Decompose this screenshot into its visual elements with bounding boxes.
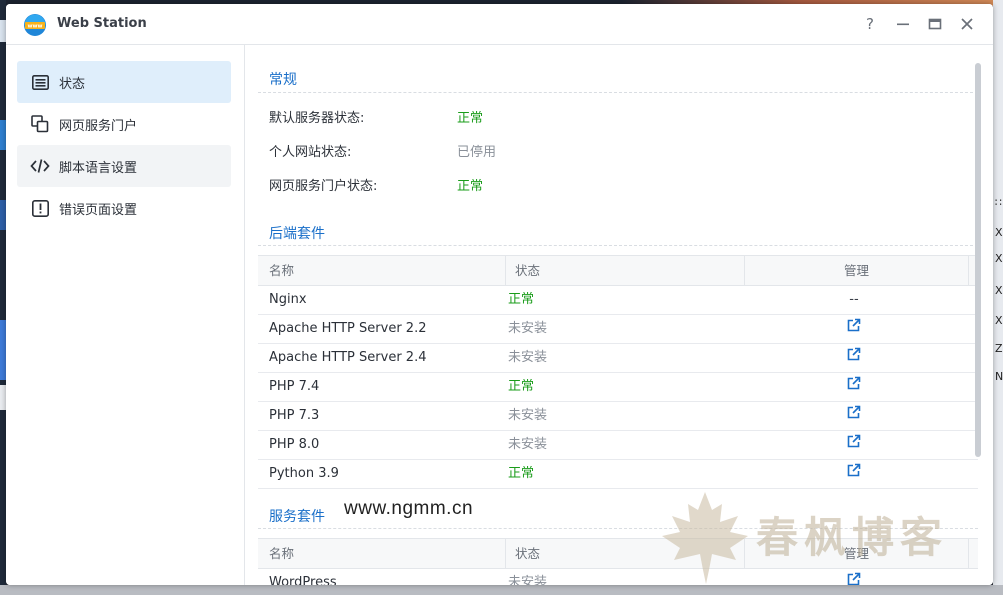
list-icon: [30, 72, 50, 92]
table-row[interactable]: Nginx 正常 --: [258, 286, 978, 315]
sidebar-item-script-language[interactable]: 脚本语言设置: [17, 145, 231, 187]
default-server-status-value: 正常: [457, 111, 484, 126]
column-header-name[interactable]: 名称: [269, 256, 294, 285]
watermark-url: www.ngmm.cn: [344, 498, 474, 519]
section-title-backend: 后端套件: [269, 226, 325, 242]
package-name: Nginx: [269, 292, 307, 307]
watermark-logo: 春枫博客: [660, 490, 990, 585]
sidebar-item-label: 错误页面设置: [59, 202, 138, 218]
sidebar: 状态 网页服务门户 脚本语言设置 错误页面设置: [6, 45, 245, 585]
sidebar-item-label: 状态: [59, 76, 86, 92]
package-name: PHP 8.0: [269, 437, 320, 452]
table-header: 名称 状态 管理: [258, 255, 978, 286]
default-server-status-label: 默认服务器状态:: [269, 111, 365, 126]
minimize-icon: [897, 23, 909, 26]
sidebar-item-label: 网页服务门户: [59, 118, 138, 134]
manage-placeholder: --: [849, 292, 859, 307]
desktop-right-edge: ∷ X X X X Z N: [993, 0, 1003, 595]
package-status: 未安装: [508, 408, 548, 423]
backend-packages-table: 名称 状态 管理 Nginx 正常 -- Apache HTTP Server …: [258, 255, 978, 489]
external-link-icon[interactable]: [847, 460, 861, 488]
sidebar-item-error-page[interactable]: 错误页面设置: [17, 187, 231, 229]
maximize-icon: [928, 18, 942, 30]
table-row[interactable]: PHP 7.4 正常: [258, 373, 978, 402]
watermark-brand: 春枫博客: [756, 513, 949, 562]
package-status: 未安装: [508, 575, 548, 585]
personal-website-status-label: 个人网站状态:: [269, 145, 352, 160]
vertical-scrollbar[interactable]: [975, 63, 981, 457]
column-header-name[interactable]: 名称: [269, 539, 294, 568]
sidebar-item-web-portal[interactable]: 网页服务门户: [17, 103, 231, 145]
portal-icon: [30, 114, 50, 134]
table-row[interactable]: Apache HTTP Server 2.2 未安装: [258, 315, 978, 344]
package-status: 正常: [508, 466, 535, 481]
external-link-icon[interactable]: [847, 402, 861, 430]
help-button[interactable]: ?: [858, 12, 882, 36]
web-portal-status-value: 正常: [457, 179, 484, 194]
package-name: PHP 7.3: [269, 408, 320, 423]
maximize-button[interactable]: [923, 12, 947, 36]
external-link-icon[interactable]: [847, 373, 861, 401]
web-portal-status-label: 网页服务门户状态:: [269, 179, 378, 194]
column-header-status[interactable]: 状态: [505, 256, 744, 285]
package-name: Apache HTTP Server 2.4: [269, 350, 427, 365]
package-name: WordPress: [269, 575, 337, 585]
title-bar: www Web Station ?: [6, 4, 993, 45]
external-link-icon[interactable]: [847, 431, 861, 459]
close-icon: [961, 18, 973, 30]
package-name: Python 3.9: [269, 466, 339, 481]
package-name: PHP 7.4: [269, 379, 320, 394]
table-row[interactable]: PHP 7.3 未安装: [258, 402, 978, 431]
sidebar-item-status[interactable]: 状态: [17, 61, 231, 103]
window-title: Web Station: [57, 16, 147, 31]
section-title-general: 常规: [269, 72, 297, 88]
table-row[interactable]: Apache HTTP Server 2.4 未安装: [258, 344, 978, 373]
external-link-icon[interactable]: [847, 344, 861, 372]
sidebar-item-label: 脚本语言设置: [59, 160, 138, 176]
external-link-icon[interactable]: [847, 315, 861, 343]
table-row[interactable]: PHP 8.0 未安装: [258, 431, 978, 460]
minimize-button[interactable]: [891, 12, 915, 36]
package-name: Apache HTTP Server 2.2: [269, 321, 427, 336]
package-status: 未安装: [508, 437, 548, 452]
package-status: 正常: [508, 379, 535, 394]
column-header-manage[interactable]: 管理: [744, 256, 968, 285]
web-station-app-icon: www: [23, 13, 47, 37]
desktop-bottom-edge: [0, 585, 1003, 595]
table-row[interactable]: Python 3.9 正常: [258, 460, 978, 489]
divider: [258, 92, 978, 93]
divider: [258, 245, 978, 246]
code-icon: [30, 156, 50, 176]
maple-leaf-icon: [662, 492, 748, 584]
package-status: 未安装: [508, 321, 548, 336]
alert-icon: [30, 198, 50, 218]
package-status: 未安装: [508, 350, 548, 365]
close-button[interactable]: [955, 12, 979, 36]
svg-text:www: www: [28, 24, 43, 30]
section-title-services: 服务套件: [269, 509, 325, 525]
question-mark-icon: ?: [866, 15, 874, 33]
package-status: 正常: [508, 292, 535, 307]
personal-website-status-value: 已停用: [457, 145, 497, 160]
